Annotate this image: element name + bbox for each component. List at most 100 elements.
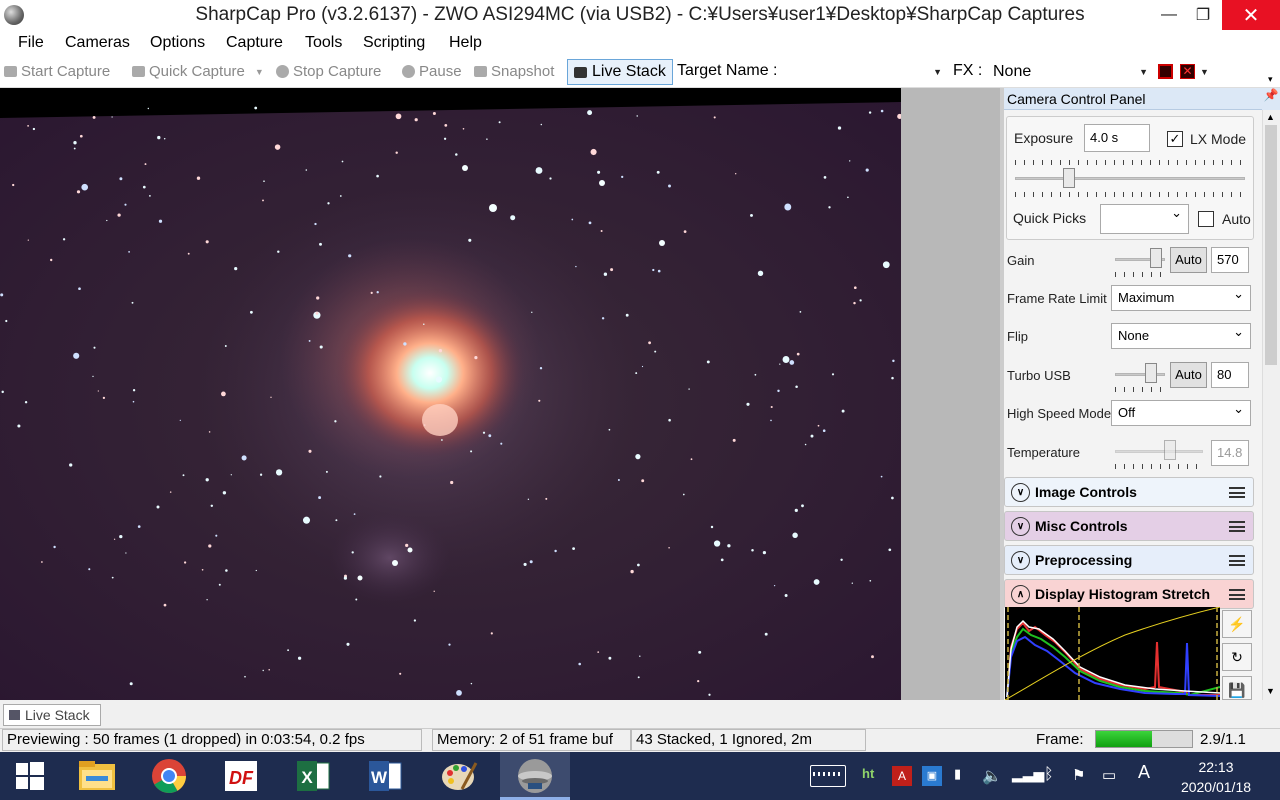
menu-icon[interactable] — [1229, 487, 1245, 498]
star — [92, 375, 94, 378]
auto-checkbox[interactable] — [1198, 211, 1214, 227]
menu-cameras[interactable]: Cameras — [65, 34, 130, 52]
network-app-icon[interactable]: ▣ — [922, 766, 942, 786]
display-icon[interactable]: ▭ — [1102, 766, 1116, 784]
histogram[interactable] — [1004, 606, 1221, 701]
menu-file[interactable]: File — [18, 34, 44, 52]
clock[interactable]: 22:13 2020/01/18 — [1156, 757, 1276, 797]
star — [474, 356, 478, 360]
taskbar-excel[interactable]: X — [278, 752, 348, 800]
acrobat-icon[interactable]: A — [892, 766, 912, 786]
star — [468, 238, 472, 242]
star — [625, 313, 629, 317]
close-button[interactable]: ✕ — [1222, 0, 1280, 30]
keyboard-icon[interactable] — [810, 765, 846, 787]
chevron-down-icon[interactable]: ▼ — [1200, 67, 1209, 77]
ime-indicator[interactable]: A — [1138, 762, 1150, 783]
turbo-usb-slider[interactable] — [1115, 373, 1165, 376]
star — [732, 438, 736, 442]
star — [111, 116, 113, 118]
menu-help[interactable]: Help — [449, 34, 482, 52]
star — [498, 121, 501, 124]
reset-stretch-button[interactable]: ↻ — [1222, 643, 1252, 671]
flag-icon[interactable]: ⚑ — [1072, 766, 1085, 784]
bluetooth-icon[interactable]: ᛒ — [1044, 766, 1054, 784]
star — [572, 547, 575, 550]
maximize-button[interactable]: ❐ — [1180, 0, 1226, 30]
star — [277, 250, 280, 253]
scrollbar-thumb[interactable] — [1265, 125, 1277, 365]
star — [182, 474, 185, 477]
taskbar-paint[interactable] — [424, 752, 494, 800]
star — [486, 138, 488, 140]
pin-icon[interactable]: 📌 — [1262, 88, 1280, 110]
turbo-usb-slider-thumb[interactable] — [1145, 363, 1158, 383]
stop-capture-button[interactable]: Stop Capture — [276, 63, 381, 80]
menu-scripting[interactable]: Scripting — [363, 34, 425, 52]
toolbar-overflow-icon[interactable]: ▾ — [1268, 74, 1273, 85]
exposure-slider-thumb[interactable] — [1062, 168, 1075, 188]
live-stack-button[interactable]: Live Stack — [567, 59, 673, 85]
star — [119, 177, 123, 181]
star — [129, 682, 133, 686]
star — [488, 434, 492, 438]
turbo-usb-auto-button[interactable]: Auto — [1170, 362, 1207, 388]
star — [462, 128, 465, 130]
exposure-slider[interactable] — [1015, 177, 1245, 180]
taskbar-word[interactable]: W — [350, 752, 420, 800]
scroll-down-icon[interactable]: ▼ — [1266, 686, 1275, 696]
start-capture-button[interactable]: Start Capture — [4, 63, 110, 80]
lx-mode-checkbox[interactable]: ✓ — [1167, 131, 1183, 147]
quick-picks-select[interactable] — [1100, 201, 1189, 234]
quick-capture-button[interactable]: Quick Capture ▼ — [132, 63, 264, 80]
scroll-up-icon[interactable]: ▲ — [1266, 112, 1275, 122]
menu-capture[interactable]: Capture — [226, 34, 283, 52]
start-button[interactable] — [0, 752, 60, 800]
star — [698, 650, 702, 654]
menu-options[interactable]: Options — [150, 34, 205, 52]
taskbar-chrome[interactable] — [134, 752, 204, 800]
menu-tools[interactable]: Tools — [305, 34, 342, 52]
auto-stretch-button[interactable]: ⚡ — [1222, 610, 1252, 638]
high-speed-select[interactable]: Off — [1111, 397, 1251, 426]
crosshair-icon[interactable]: ✕ — [1180, 64, 1195, 79]
reticle-icon[interactable] — [1158, 64, 1173, 79]
star — [871, 655, 874, 659]
display-histogram-stretch-section[interactable]: ∧ Display Histogram Stretch — [1004, 579, 1254, 609]
bright-star — [462, 165, 468, 171]
flip-select[interactable]: None — [1111, 320, 1251, 349]
taskbar-file-explorer[interactable] — [62, 752, 132, 800]
star — [355, 598, 358, 601]
misc-controls-section[interactable]: ∨ Misc Controls — [1004, 511, 1254, 541]
volume-icon[interactable]: 🔈 — [982, 766, 1002, 786]
turbo-usb-input[interactable]: 80 — [1211, 362, 1249, 388]
gain-auto-button[interactable]: Auto — [1170, 247, 1207, 273]
menu-icon[interactable] — [1229, 589, 1245, 600]
camera-icon — [132, 66, 145, 77]
ht-icon[interactable]: ht — [862, 766, 874, 781]
preprocessing-section[interactable]: ∨ Preprocessing — [1004, 545, 1254, 575]
save-stretch-button[interactable]: 💾 — [1222, 676, 1252, 700]
live-image[interactable] — [0, 88, 901, 700]
pause-button[interactable]: Pause — [402, 63, 462, 80]
exposure-input[interactable]: 4.0 s — [1084, 124, 1150, 152]
gain-slider-thumb[interactable] — [1150, 248, 1163, 268]
taskbar-df[interactable]: DF — [206, 752, 276, 800]
frame-rate-select[interactable]: Maximum — [1111, 282, 1251, 311]
snapshot-button[interactable]: Snapshot — [474, 63, 554, 80]
star — [432, 111, 436, 116]
svg-text:DF: DF — [229, 768, 254, 788]
image-controls-section[interactable]: ∨ Image Controls — [1004, 477, 1254, 507]
menu-icon[interactable] — [1229, 555, 1245, 566]
star — [608, 656, 612, 660]
taskbar-sharpcap[interactable] — [500, 752, 570, 800]
menu-icon[interactable] — [1229, 521, 1245, 532]
target-name-input[interactable]: ▼ — [788, 60, 946, 84]
gain-input[interactable]: 570 — [1211, 247, 1249, 273]
battery-icon[interactable]: ▮ — [954, 766, 961, 782]
star — [578, 662, 581, 666]
fx-select[interactable]: None ▼ — [990, 60, 1152, 84]
star — [208, 431, 211, 433]
tab-live-stack[interactable]: Live Stack — [3, 704, 101, 726]
signal-icon[interactable]: ▂▃▅ — [1012, 766, 1044, 783]
